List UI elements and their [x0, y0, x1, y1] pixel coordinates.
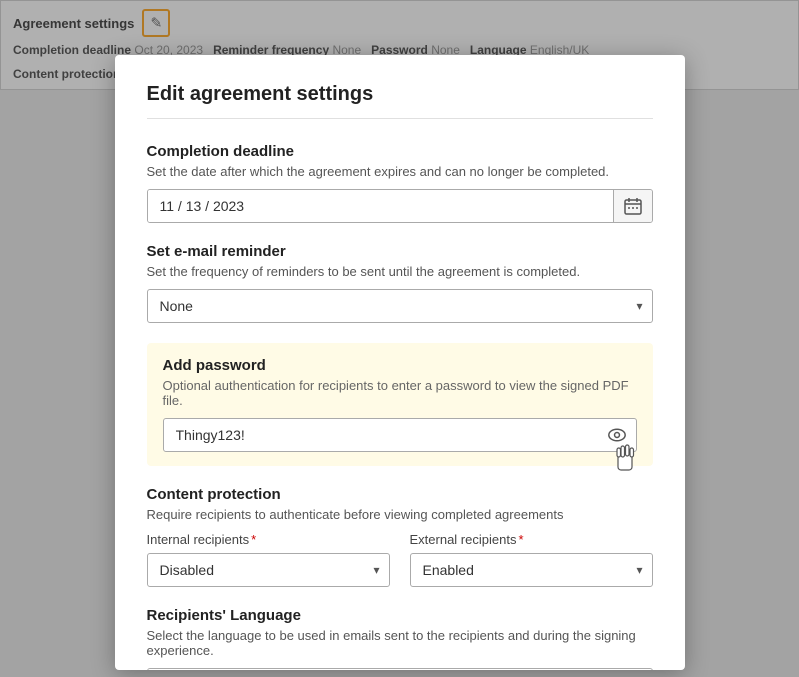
language-select[interactable]: English/UK English/US French German Span…: [147, 668, 653, 670]
completion-deadline-desc: Set the date after which the agreement e…: [147, 164, 653, 179]
email-reminder-title: Set e-mail reminder: [147, 243, 653, 260]
external-recipients-label: External recipients*: [410, 532, 653, 547]
password-toggle-button[interactable]: [598, 419, 636, 451]
internal-select-wrapper: Disabled Enabled ▾: [147, 553, 390, 587]
recipients-language-title: Recipients' Language: [147, 607, 653, 624]
external-recipients-col: External recipients* Enabled Disabled ▾: [410, 532, 653, 587]
completion-deadline-section: Completion deadline Set the date after w…: [147, 143, 653, 223]
internal-recipients-select[interactable]: Disabled Enabled: [147, 553, 390, 587]
date-input-wrapper: [147, 189, 653, 223]
edit-agreement-modal: Edit agreement settings Completion deadl…: [115, 55, 685, 670]
content-protection-desc: Require recipients to authenticate befor…: [147, 507, 653, 522]
email-reminder-section: Set e-mail reminder Set the frequency of…: [147, 243, 653, 323]
content-protection-title: Content protection: [147, 486, 653, 503]
recipients-language-section: Recipients' Language Select the language…: [147, 607, 653, 670]
external-required-star: *: [518, 532, 523, 547]
recipients-language-desc: Select the language to be used in emails…: [147, 628, 653, 658]
password-input[interactable]: [164, 419, 598, 451]
reminder-select-wrapper: None Every day Every week Every two week…: [147, 289, 653, 323]
add-password-desc: Optional authentication for recipients t…: [163, 378, 637, 408]
internal-required-star: *: [251, 532, 256, 547]
add-password-section: Add password Optional authentication for…: [147, 343, 653, 466]
calendar-icon: [624, 197, 642, 215]
content-protection-section: Content protection Require recipients to…: [147, 486, 653, 587]
email-reminder-desc: Set the frequency of reminders to be sen…: [147, 264, 653, 279]
eye-icon: [608, 426, 626, 444]
modal-overlay: Edit agreement settings Completion deadl…: [0, 0, 799, 677]
password-input-wrapper: [163, 418, 637, 452]
internal-recipients-col: Internal recipients* Disabled Enabled ▾: [147, 532, 390, 587]
external-select-wrapper: Enabled Disabled ▾: [410, 553, 653, 587]
add-password-title: Add password: [163, 357, 637, 374]
internal-recipients-label: Internal recipients*: [147, 532, 390, 547]
date-input[interactable]: [148, 190, 613, 222]
completion-deadline-title: Completion deadline: [147, 143, 653, 160]
reminder-select[interactable]: None Every day Every week Every two week…: [147, 289, 653, 323]
calendar-button[interactable]: [613, 190, 652, 222]
modal-title: Edit agreement settings: [147, 83, 653, 119]
content-protection-columns: Internal recipients* Disabled Enabled ▾ …: [147, 532, 653, 587]
language-select-wrapper: English/UK English/US French German Span…: [147, 668, 653, 670]
external-recipients-select[interactable]: Enabled Disabled: [410, 553, 653, 587]
